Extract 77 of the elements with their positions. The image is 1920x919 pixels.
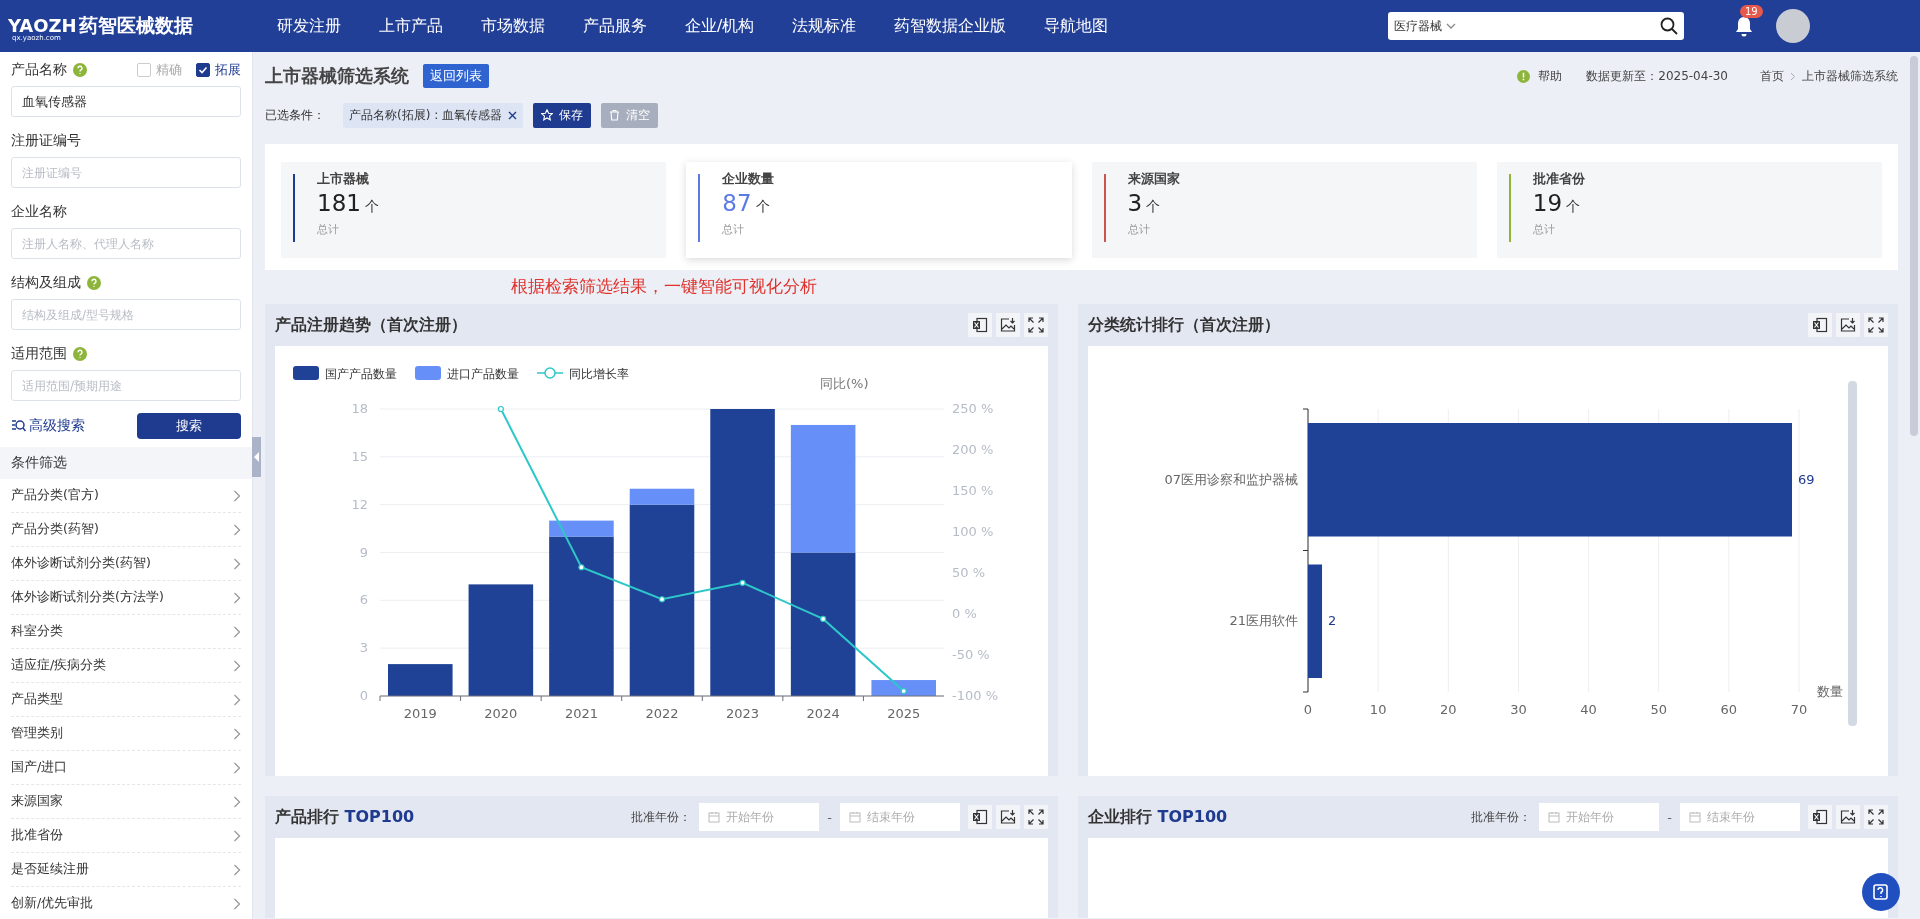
stat-value: 87: [722, 190, 752, 216]
axis-tick-label: 0: [1303, 702, 1313, 717]
axis-tick-label: 70: [1790, 702, 1808, 717]
checkbox-label: 精确: [156, 61, 182, 79]
condition-tag: 产品名称(拓展) : 血氧传感器: [343, 102, 524, 128]
axis-tick-label: 10: [1369, 702, 1387, 717]
annotation-text: 根据检索筛选结果，一键智能可视化分析: [511, 275, 818, 298]
axis-tick-label: 20: [1440, 702, 1457, 717]
axis-tick-label: 9: [359, 544, 368, 560]
stat-label: 批准省份: [1532, 170, 1586, 188]
stat-unit: 个: [755, 198, 770, 216]
data-label: 69: [1798, 471, 1815, 487]
axis-tick-label: 2024: [806, 706, 840, 721]
axis-tick-label: 21医用软件: [1229, 613, 1298, 629]
stat-unit: 个: [1566, 198, 1581, 216]
axis-tick-label: 3: [359, 640, 368, 656]
checkbox-label: 拓展: [215, 61, 241, 79]
axis-tick-label: 60: [1720, 702, 1738, 717]
data-label: 2: [1328, 613, 1337, 629]
stat-label: 来源国家: [1127, 170, 1181, 188]
year-filter-label: 批准年份：: [1471, 808, 1532, 826]
axis-tick-label: 0: [359, 688, 368, 703]
field-label: 结构及组成: [11, 274, 81, 292]
stat-unit: 个: [1146, 198, 1161, 216]
range-separator: -: [1667, 809, 1672, 825]
axis-tick-label: 50: [1650, 702, 1667, 717]
year-filter-label: 批准年份：: [631, 808, 692, 826]
axis-tick-label: -50 %: [952, 647, 990, 662]
field-label: 企业名称: [11, 203, 67, 221]
axis-tick-label: 2025: [887, 706, 921, 721]
axis-tick-label: 12: [351, 496, 368, 512]
conditions-label: 已选条件：: [265, 106, 325, 124]
axis-tick-label: 18: [351, 401, 368, 416]
stat-label: 上市器械: [317, 170, 370, 188]
filter-section-header: 条件筛选: [0, 447, 252, 479]
axis-tick-label: 30: [1510, 702, 1527, 717]
axis-tick-label: 200 %: [952, 442, 994, 457]
axis-title: 同比(%): [820, 376, 869, 391]
axis-tick-label: 250 %: [952, 401, 994, 416]
legend-label: 进口产品数量: [447, 367, 519, 381]
stat-value: 181: [317, 190, 361, 216]
axis-tick-label: 2020: [484, 706, 518, 721]
axis-tick-label: 50 %: [952, 565, 986, 580]
axis-tick-label: 150 %: [952, 483, 994, 498]
range-separator: -: [827, 809, 832, 825]
axis-tick-label: 40: [1580, 702, 1597, 717]
page-title: 上市器械筛选系统: [265, 64, 409, 88]
field-label: 注册证编号: [11, 132, 81, 150]
axis-tick-label: 15: [351, 448, 368, 464]
legend-label: 国产产品数量: [325, 367, 397, 381]
axis-tick-label: 2022: [645, 706, 679, 721]
axis-title: 数量: [1817, 684, 1843, 699]
stat-note: 总计: [1532, 222, 1556, 237]
stat-label: 企业数量: [722, 170, 776, 188]
stat-note: 总计: [1127, 222, 1151, 237]
card-title: 分类统计排行（首次注册）: [1088, 314, 1280, 336]
axis-tick-label: 6: [359, 592, 368, 608]
axis-tick-label: 0 %: [952, 606, 977, 621]
axis-tick-label: 100 %: [952, 524, 994, 539]
card-title: 产品注册趋势（首次注册）: [275, 314, 467, 336]
stat-note: 总计: [722, 222, 746, 237]
stat-unit: 个: [364, 198, 379, 216]
axis-tick-label: -100 %: [952, 688, 998, 703]
card-title: 产品排行 TOP100: [275, 806, 415, 828]
axis-tick-label: 2023: [726, 706, 760, 721]
axis-tick-label: 07医用诊察和监护器械: [1164, 471, 1298, 487]
stat-note: 总计: [317, 222, 340, 237]
field-label: 适用范围: [11, 345, 67, 363]
axis-tick-label: 2021: [564, 706, 598, 721]
card-title: 企业排行 TOP100: [1088, 806, 1228, 828]
stat-value: 19: [1532, 190, 1563, 216]
notification-badge: 19: [1740, 5, 1763, 18]
update-date: 数据更新至：2025-04-30: [1586, 67, 1728, 85]
axis-tick-label: 2019: [403, 706, 437, 721]
legend-label: 同比增长率: [569, 367, 629, 381]
field-label: 产品名称: [11, 61, 67, 79]
stat-value: 3: [1127, 190, 1143, 216]
